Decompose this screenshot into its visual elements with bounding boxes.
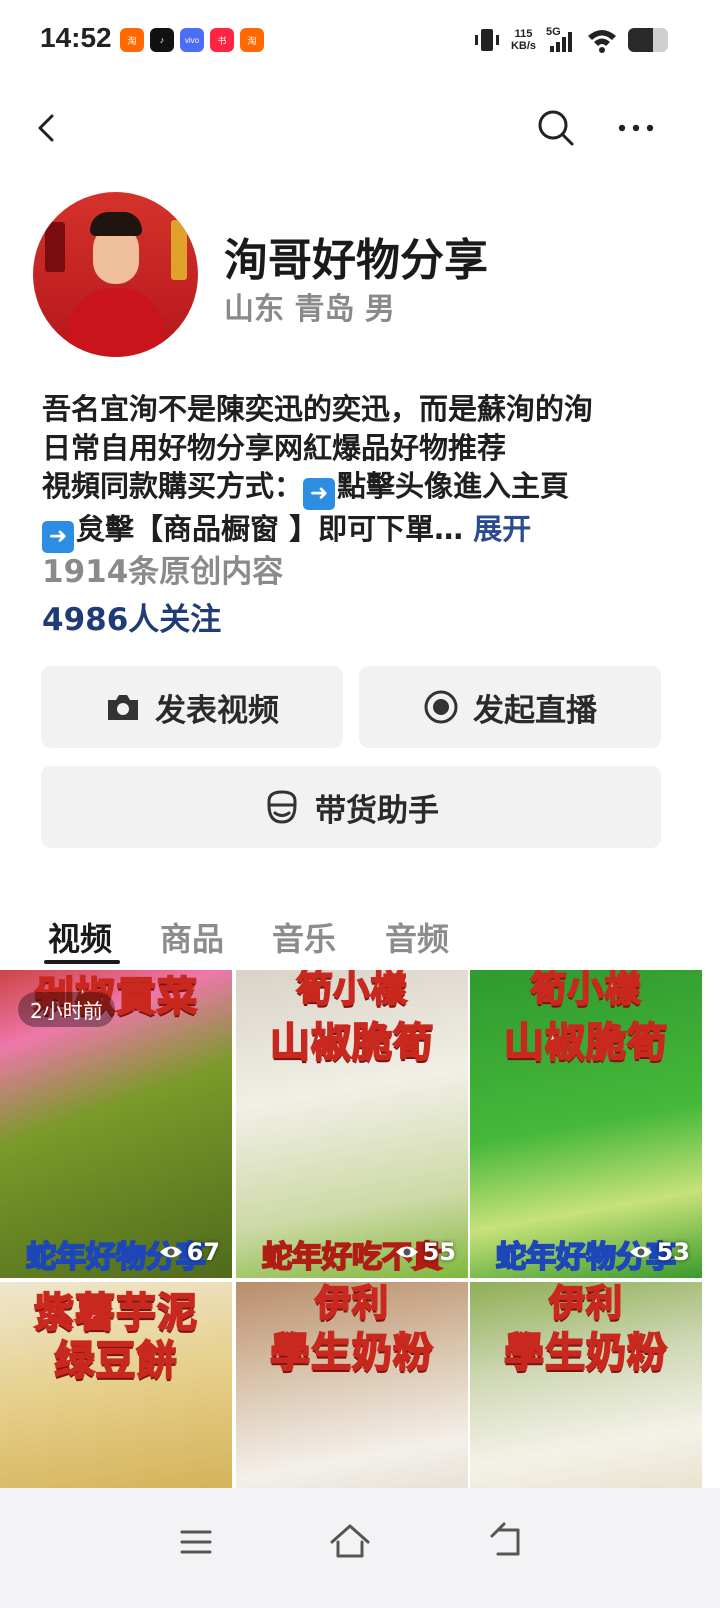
nav-bar: [0, 96, 720, 160]
video-item[interactable]: 伊利 學生奶粉: [470, 1282, 702, 1488]
tab-indicator: [44, 960, 120, 964]
back-icon[interactable]: [26, 104, 74, 152]
vivo-icon: vivo: [180, 28, 204, 52]
bio-line-1: 吾名宜洵不是陳奕迅的奕迅，而是蘇洵的洵: [42, 392, 594, 426]
arrow-right-icon: ➜: [303, 478, 336, 510]
video-grid: 剁椒貢菜 2小时前 蛇年好物分享 67 筍小樣 山椒脆筍 蛇年好吃不貴 55 筍…: [0, 970, 720, 1488]
publish-video-button[interactable]: 发表视频: [41, 666, 343, 748]
profile-bio: 吾名宜洵不是陳奕迅的奕迅，而是蘇洵的洵 日常自用好物分享网紅爆品好物推荐 視頻同…: [42, 390, 682, 553]
content-tabs: 视频 商品 音乐 音频: [0, 906, 720, 966]
live-icon: [424, 690, 458, 724]
status-indicators: 115 KB/s 5G: [473, 26, 668, 54]
time-badge: 2小时前: [18, 992, 115, 1027]
eye-icon: [395, 1246, 418, 1258]
tab-products[interactable]: 商品: [160, 914, 224, 960]
tab-audio[interactable]: 音频: [385, 914, 449, 960]
home-icon[interactable]: [320, 1512, 380, 1572]
camera-icon: [108, 695, 138, 720]
return-icon[interactable]: [478, 1512, 538, 1572]
view-count: 55: [395, 1238, 456, 1266]
tiktok-icon: ♪: [150, 28, 174, 52]
eye-icon: [159, 1246, 182, 1258]
avatar[interactable]: [33, 192, 198, 357]
signal-icon: 5G: [546, 26, 576, 54]
taobao-alt-icon: 淘: [240, 28, 264, 52]
more-icon[interactable]: [612, 104, 660, 152]
view-count: 53: [629, 1238, 690, 1266]
menu-icon[interactable]: [166, 1512, 226, 1572]
wifi-icon: [588, 30, 616, 53]
video-item[interactable]: 伊利 學生奶粉: [236, 1282, 468, 1488]
status-bar: 14:52 淘 ♪ vivo 书 淘 115 KB/s 5G: [0, 0, 720, 84]
video-item[interactable]: 筍小樣 山椒脆筍 蛇年好物分享 53: [470, 970, 702, 1278]
status-time: 14:52: [40, 22, 112, 53]
view-count: 67: [159, 1238, 220, 1266]
bio-line-3: 視頻同款購买方式： ➜ 點擊头像進入主頁: [42, 467, 682, 510]
notification-icons: 淘 ♪ vivo 书 淘: [120, 28, 264, 52]
profile-location: 山东 青岛 男: [224, 292, 395, 327]
shop-assistant-icon: [267, 790, 297, 824]
video-item[interactable]: 筍小樣 山椒脆筍 蛇年好吃不貴 55: [236, 970, 468, 1278]
original-count: 1914条原创内容: [42, 554, 284, 590]
xiaohongshu-icon: 书: [210, 28, 234, 52]
video-item[interactable]: 紫薯芋泥 绿豆餅: [0, 1282, 232, 1488]
vibrate-icon: [474, 29, 499, 51]
net-speed: 115 KB/s: [510, 28, 536, 52]
followers-count[interactable]: 4986人关注: [42, 594, 221, 639]
eye-icon: [629, 1246, 652, 1258]
start-live-button[interactable]: 发起直播: [359, 666, 661, 748]
system-nav-bar: [0, 1488, 720, 1608]
tab-videos[interactable]: 视频: [48, 914, 112, 960]
search-icon[interactable]: [532, 104, 580, 152]
taobao-icon: 淘: [120, 28, 144, 52]
expand-link[interactable]: 展开: [473, 512, 531, 546]
bio-line-2: 日常自用好物分享网紅爆品好物推荐: [42, 430, 507, 465]
profile-name: 洵哥好物分享: [224, 235, 488, 286]
tab-music[interactable]: 音乐: [272, 914, 336, 960]
sales-assistant-button[interactable]: 带货助手: [41, 766, 661, 848]
video-item[interactable]: 剁椒貢菜 2小时前 蛇年好物分享 67: [0, 970, 232, 1278]
battery-icon: [628, 28, 668, 52]
